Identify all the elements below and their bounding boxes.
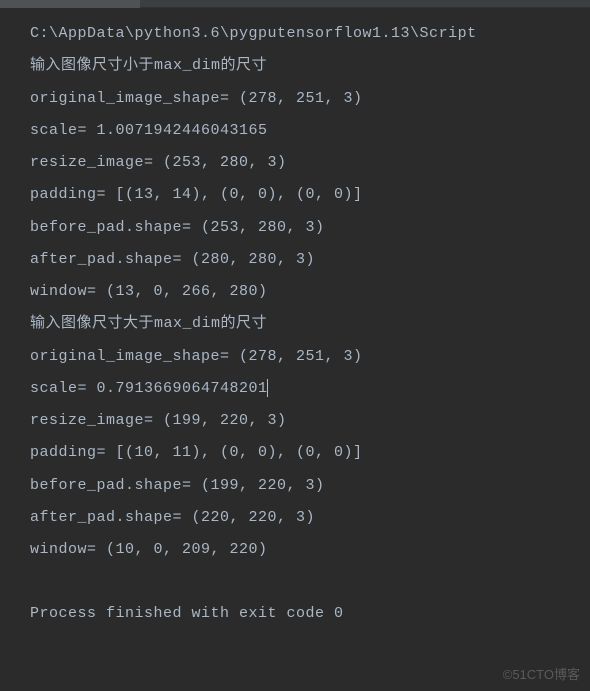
console-line: after_pad.shape= (280, 280, 3) [30, 244, 590, 276]
text-cursor [267, 379, 268, 397]
console-line: original_image_shape= (278, 251, 3) [30, 83, 590, 115]
console-line: padding= [(10, 11), (0, 0), (0, 0)] [30, 437, 590, 469]
console-line: window= (10, 0, 209, 220) [30, 534, 590, 566]
console-line: C:\AppData\python3.6\pygputensorflow1.13… [30, 18, 590, 50]
console-line: resize_image= (199, 220, 3) [30, 405, 590, 437]
console-line: window= (13, 0, 266, 280) [30, 276, 590, 308]
console-line: resize_image= (253, 280, 3) [30, 147, 590, 179]
console-line: original_image_shape= (278, 251, 3) [30, 341, 590, 373]
console-line: before_pad.shape= (253, 280, 3) [30, 212, 590, 244]
console-line: before_pad.shape= (199, 220, 3) [30, 470, 590, 502]
console-line: 输入图像尺寸小于max_dim的尺寸 [30, 50, 590, 82]
console-line: scale= 1.0071942446043165 [30, 115, 590, 147]
console-line: padding= [(13, 14), (0, 0), (0, 0)] [30, 179, 590, 211]
editor-tab-bar [0, 0, 590, 8]
console-output[interactable]: C:\AppData\python3.6\pygputensorflow1.13… [0, 8, 590, 631]
console-line [30, 566, 590, 598]
console-line: scale= 0.7913669064748201 [30, 373, 590, 405]
active-tab-indicator [0, 0, 140, 8]
console-line: Process finished with exit code 0 [30, 598, 590, 630]
console-line: 输入图像尺寸大于max_dim的尺寸 [30, 308, 590, 340]
watermark: ©51CTO博客 [503, 664, 580, 683]
console-line: after_pad.shape= (220, 220, 3) [30, 502, 590, 534]
